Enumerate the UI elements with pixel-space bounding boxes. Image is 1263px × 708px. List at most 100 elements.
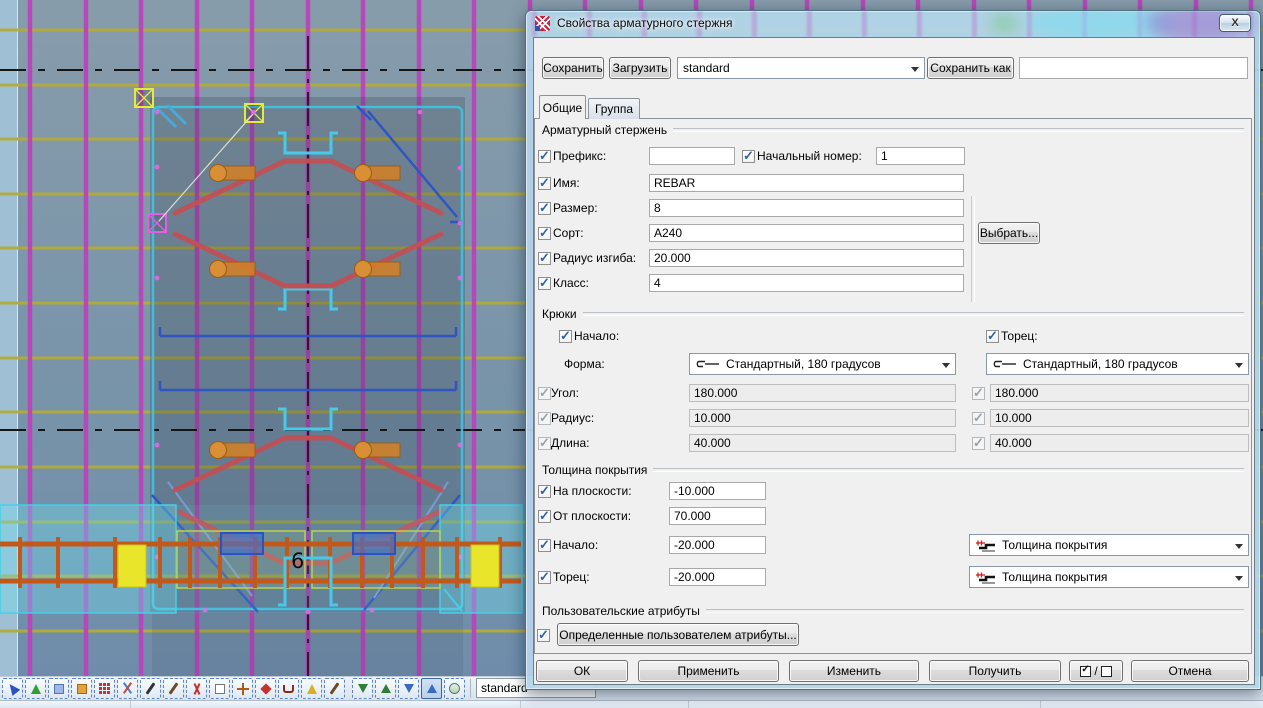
modify-button[interactable]: Изменить [789, 660, 919, 682]
select-assemblies-up-button[interactable] [421, 678, 442, 699]
hook-shape-start-combo[interactable]: Стандартный, 180 градусов [689, 353, 956, 375]
dialog-client-area: Сохранить Загрузить standard Сохранить к… [533, 37, 1255, 685]
name-checkbox[interactable] [538, 177, 551, 190]
prefix-input[interactable] [649, 147, 735, 165]
start-number-input[interactable] [876, 147, 965, 165]
toggle-slash: / [1094, 664, 1097, 678]
toggle-all-checkboxes-button[interactable]: / [1069, 660, 1123, 682]
hook-length-start-checkbox [538, 437, 551, 450]
select-fittings-icon [237, 683, 249, 695]
toolbar-separator [470, 679, 471, 698]
divider [971, 196, 975, 302]
select-welds-button[interactable] [140, 678, 161, 699]
cover-start-combo[interactable]: Толщина покрытия [969, 534, 1249, 556]
grade-checkbox[interactable] [538, 227, 551, 240]
rebar-group-header: Арматурный стержень [542, 123, 1244, 137]
cover-end-checkbox[interactable] [538, 571, 551, 584]
cover-thickness-icon [975, 571, 997, 584]
grade-input[interactable] [649, 224, 964, 242]
select-single-rebars-button[interactable] [278, 678, 299, 699]
select-component-objects-down-button[interactable] [352, 678, 373, 699]
cover-from-plane-checkbox[interactable] [538, 510, 551, 523]
select-grid-lines-icon [121, 682, 134, 695]
cover-on-plane-checkbox[interactable] [538, 485, 551, 498]
select-grid-lines-button[interactable] [117, 678, 138, 699]
start-number-checkbox[interactable] [742, 150, 755, 163]
toolbar-profile-value: standard [481, 681, 528, 695]
cover-end-input[interactable] [669, 568, 766, 586]
select-planes-button[interactable] [324, 678, 345, 699]
select-snap-settings-button[interactable] [444, 678, 465, 699]
hook-angle-label: Угол: [551, 386, 579, 400]
select-bolts-button[interactable] [255, 678, 276, 699]
close-button[interactable]: X [1219, 14, 1251, 32]
hook-shape-icon [695, 358, 721, 370]
select-assemblies-up-icon [427, 684, 437, 693]
select-grade-button[interactable]: Выбрать... [978, 222, 1040, 244]
hook-shape-end-combo[interactable]: Стандартный, 180 градусов [986, 353, 1249, 375]
class-input[interactable] [649, 274, 964, 292]
grid-line-label: 6 [291, 549, 304, 573]
select-grids-button[interactable] [94, 678, 115, 699]
hook-angle-end-checkbox [972, 387, 985, 400]
profile-combo[interactable]: standard [677, 57, 925, 79]
hook-shape-label: Форма: [564, 357, 605, 371]
cover-start-checkbox[interactable] [538, 539, 551, 552]
select-parts-button[interactable] [25, 678, 46, 699]
cover-end-combo[interactable]: Толщина покрытия [969, 566, 1249, 588]
cover-from-plane-input[interactable] [669, 507, 766, 525]
dialog-titlebar[interactable]: Свойства арматурного стержня X [526, 11, 1260, 37]
save-as-input[interactable] [1019, 57, 1248, 79]
select-cuts-icon [191, 683, 203, 695]
ok-button[interactable]: ОК [536, 660, 628, 682]
hook-start-checkbox[interactable] [559, 330, 572, 343]
bend-radius-checkbox[interactable] [538, 252, 551, 265]
size-checkbox[interactable] [538, 202, 551, 215]
prefix-checkbox[interactable] [538, 150, 551, 163]
tekla-app-icon [535, 16, 550, 31]
uda-group-header: Пользовательские атрибуты [542, 604, 1244, 618]
size-input[interactable] [649, 199, 964, 217]
load-button[interactable]: Загрузить [609, 57, 671, 79]
tab-general[interactable]: Общие [539, 95, 586, 119]
rebar-group-title: Арматурный стержень [542, 123, 667, 137]
cover-start-combo-value: Толщина покрытия [1002, 538, 1107, 552]
hook-length-start-input [689, 434, 956, 452]
select-points-button[interactable] [71, 678, 92, 699]
select-views-icon [215, 684, 225, 694]
select-assembly-objects-down-button[interactable] [398, 678, 419, 699]
unchecked-box-icon [1101, 666, 1112, 677]
select-component-objects-up-button[interactable] [375, 678, 396, 699]
class-checkbox[interactable] [538, 277, 551, 290]
select-all-button[interactable] [2, 678, 23, 699]
hook-shape-start-value: Стандартный, 180 градусов [726, 357, 881, 371]
hook-start-label: Начало: [574, 329, 619, 343]
hook-angle-end-input [990, 384, 1249, 402]
cover-start-input[interactable] [669, 536, 766, 554]
chevron-down-icon [1235, 576, 1243, 581]
save-as-button[interactable]: Сохранить как [927, 57, 1014, 79]
select-surfaces-button[interactable] [301, 678, 322, 699]
hook-end-checkbox[interactable] [986, 330, 999, 343]
cover-on-plane-input[interactable] [669, 482, 766, 500]
apply-button[interactable]: Применить [638, 660, 779, 682]
profile-combo-value: standard [683, 61, 730, 75]
select-components-button[interactable] [48, 678, 69, 699]
get-button[interactable]: Получить [929, 660, 1061, 682]
hook-radius-label: Радиус: [551, 411, 594, 425]
select-pens-button[interactable] [163, 678, 184, 699]
select-fittings-button[interactable] [232, 678, 253, 699]
tab-group[interactable]: Группа [588, 98, 640, 119]
bend-radius-input[interactable] [649, 249, 964, 267]
select-all-icon [5, 681, 20, 696]
uda-checkbox[interactable] [537, 629, 550, 642]
select-cuts-button[interactable] [186, 678, 207, 699]
dialog-title: Свойства арматурного стержня [557, 16, 733, 30]
select-surfaces-icon [307, 684, 317, 694]
name-label: Имя: [553, 176, 580, 190]
select-views-button[interactable] [209, 678, 230, 699]
name-input[interactable] [649, 174, 964, 192]
uda-button[interactable]: Определенные пользователем атрибуты... [557, 623, 799, 646]
save-button[interactable]: Сохранить [542, 57, 604, 79]
cancel-button[interactable]: Отмена [1131, 660, 1249, 682]
